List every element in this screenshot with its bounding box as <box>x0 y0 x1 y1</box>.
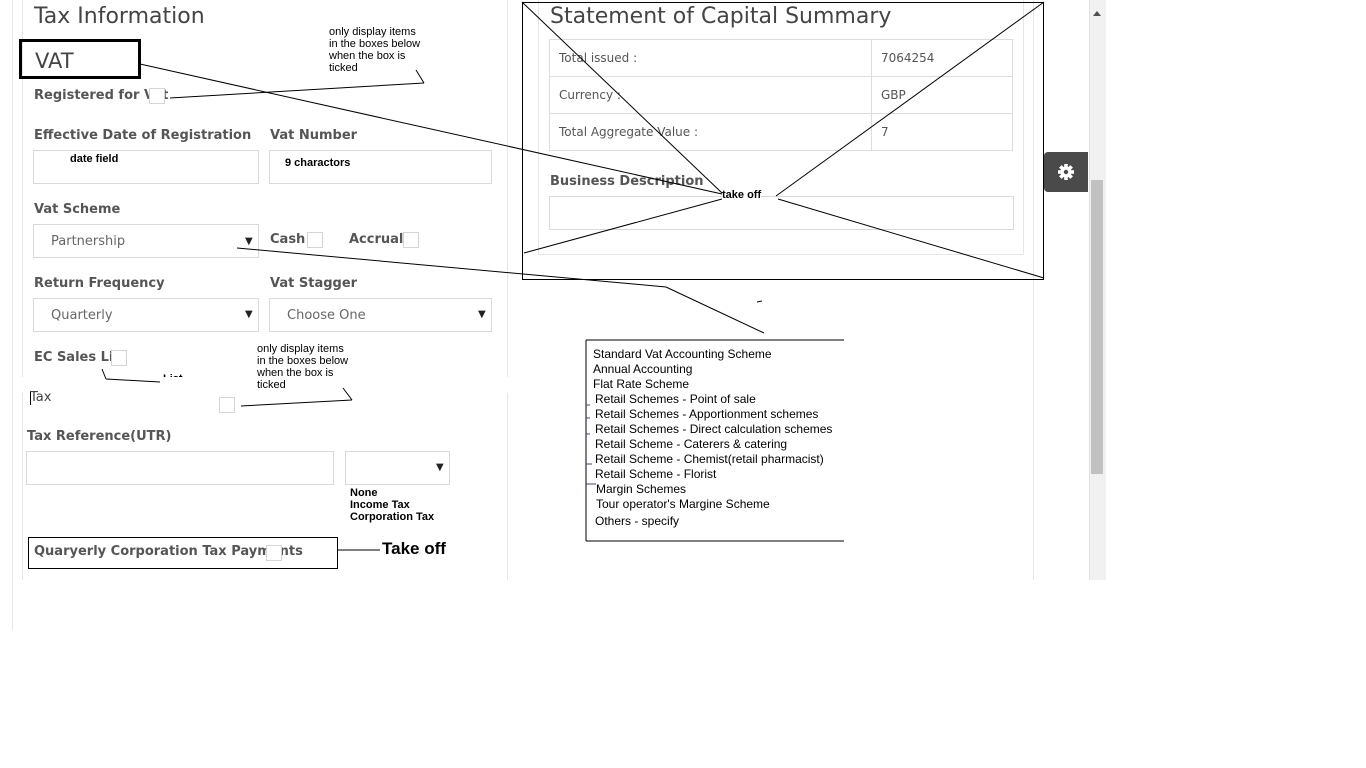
vat-stagger-value: Choose One <box>287 308 366 323</box>
ec-sales-checkbox[interactable] <box>111 350 127 366</box>
vat-number-label: Vat Number <box>270 128 358 143</box>
chevron-down-icon: ▼ <box>245 236 253 247</box>
tax-reference-label: Tax Reference(UTR) <box>27 429 172 444</box>
list-item: Margin Schemes <box>596 482 687 496</box>
return-frequency-label: Return Frequency <box>34 276 165 291</box>
tax-information-title: Tax Information <box>34 4 205 29</box>
list-item: Annual Accounting <box>593 362 693 376</box>
annotation-line: only display items <box>257 343 344 355</box>
annotation-note-mid: only display items in the boxes below wh… <box>257 343 348 391</box>
quarterly-ct-checkbox[interactable] <box>266 545 282 561</box>
effective-date-value: date field <box>70 153 119 165</box>
list-item: Flat Rate Scheme <box>593 377 690 391</box>
text-cursor <box>30 392 31 405</box>
tax-checkbox[interactable] <box>219 397 235 413</box>
vat-scheme-label: Vat Scheme <box>34 202 121 217</box>
tax-type-options: None Income Tax Corporation Tax <box>350 487 434 523</box>
annotation-line: when the box is <box>257 367 334 379</box>
take-off-label: take off <box>722 189 762 201</box>
vat-number-value: 9 charactors <box>285 157 351 169</box>
list-item: Others - specify <box>595 514 680 528</box>
registered-for-vat-checkbox[interactable] <box>149 88 165 104</box>
annotation-note-top: only display items in the boxes below wh… <box>329 26 420 74</box>
tax-type-select[interactable] <box>345 451 450 485</box>
list-item: Retail Schemes - Point of sale <box>595 392 756 406</box>
cash-label: Cash <box>270 232 306 247</box>
list-item: Standard Vat Accounting Scheme <box>593 347 772 361</box>
left-divider <box>12 0 13 630</box>
annotation-line: ticked <box>257 379 286 391</box>
annotation-line: in the boxes below <box>329 38 421 50</box>
settings-button[interactable] <box>1044 152 1088 192</box>
scrollbar-thumb[interactable] <box>1091 180 1103 474</box>
quarterly-ct-label: Quaryerly Corporation Tax Payments <box>34 544 303 559</box>
chevron-down-icon: ▼ <box>245 309 253 320</box>
take-off-box <box>522 2 1044 280</box>
effective-date-label: Effective Date of Registration <box>34 128 252 143</box>
annotation-line: in the boxes below <box>257 355 349 367</box>
return-frequency-value: Quarterly <box>51 308 113 323</box>
chevron-down-icon: ▼ <box>478 309 486 320</box>
vat-scheme-value: Partnership <box>51 234 126 249</box>
tax-type-option: None <box>350 487 378 499</box>
effective-date-field[interactable] <box>33 150 259 184</box>
annotation-line: ticked <box>329 62 358 74</box>
cash-checkbox[interactable] <box>307 232 323 248</box>
accrual-checkbox[interactable] <box>403 232 419 248</box>
take-off-annotation: Take off <box>382 539 446 558</box>
gear-icon <box>1058 164 1074 180</box>
vat-scheme-options-list: Standard Vat Accounting Scheme Annual Ac… <box>593 347 832 529</box>
list-item: Retail Scheme - Chemist(retail pharmacis… <box>595 452 824 466</box>
accrual-label: Accrual <box>349 232 404 247</box>
tax-type-option: Income Tax <box>350 499 410 511</box>
list-item: Retail Schemes - Apportionment schemes <box>595 407 819 421</box>
vat-stagger-label: Vat Stagger <box>270 276 358 291</box>
list-item: Retail Scheme - Florist <box>595 467 717 481</box>
list-item: Retail Schemes - Direct calculation sche… <box>595 422 833 436</box>
list-item: Retail Scheme - Caterers & catering <box>595 437 788 451</box>
tax-reference-input[interactable] <box>26 451 334 485</box>
list-item: Tour operator's Margine Scheme <box>596 497 770 511</box>
annotation-line: when the box is <box>329 50 406 62</box>
column-divider-mid <box>507 0 508 580</box>
column-divider-left <box>22 0 23 580</box>
tax-type-option: Corporation Tax <box>350 511 435 523</box>
annotation-line: only display items <box>329 26 416 38</box>
chevron-down-icon: ▼ <box>436 462 444 473</box>
vat-heading: VAT <box>35 49 74 73</box>
tax-heading: Tax <box>30 390 52 405</box>
scroll-up-arrow-icon[interactable] <box>1092 4 1102 16</box>
ec-sales-label: EC Sales Lis <box>34 350 122 365</box>
